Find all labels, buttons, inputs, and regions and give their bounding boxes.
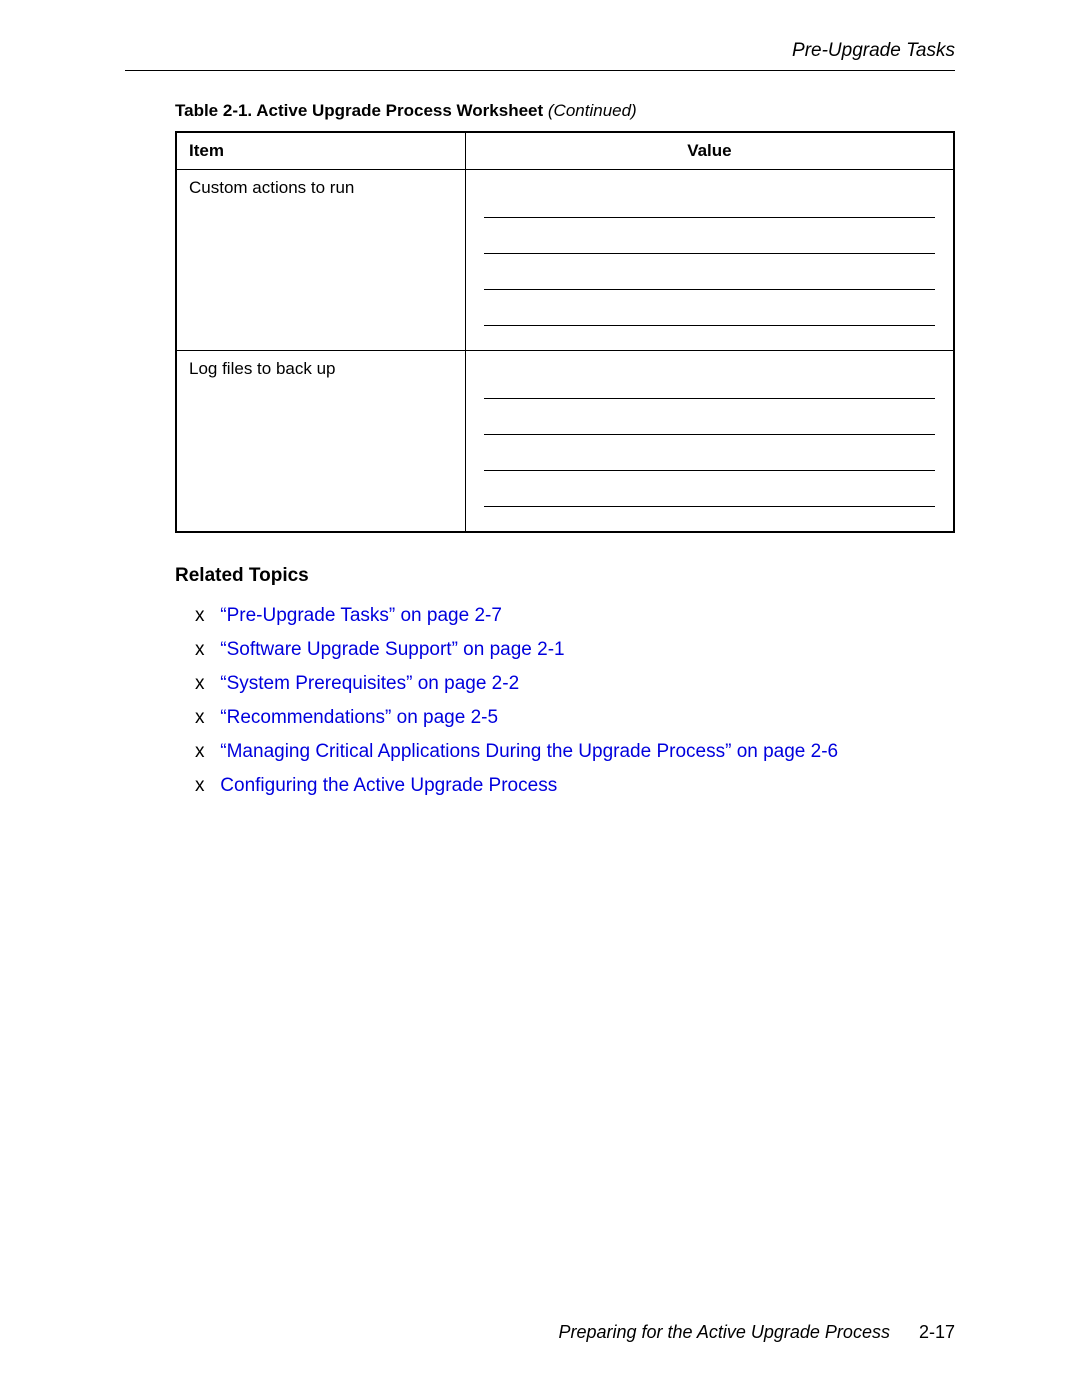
list-item: x “Managing Critical Applications During… bbox=[195, 741, 955, 763]
list-item: x “Recommendations” on page 2-5 bbox=[195, 707, 955, 729]
topic-link[interactable]: “Pre-Upgrade Tasks” on page 2-7 bbox=[220, 605, 502, 626]
blank-line bbox=[484, 262, 935, 290]
table-caption: Table 2-1. Active Upgrade Process Worksh… bbox=[175, 101, 955, 121]
blank-line bbox=[484, 407, 935, 435]
topic-link[interactable]: “System Prerequisites” on page 2-2 bbox=[220, 673, 519, 694]
bullet-icon: x bbox=[195, 775, 215, 797]
related-topics-list: x “Pre-Upgrade Tasks” on page 2-7 x “Sof… bbox=[195, 605, 955, 797]
topic-link[interactable]: “Software Upgrade Support” on page 2-1 bbox=[220, 639, 564, 660]
topic-link[interactable]: “Recommendations” on page 2-5 bbox=[220, 707, 498, 728]
blank-line bbox=[484, 298, 935, 326]
bullet-icon: x bbox=[195, 639, 215, 661]
table-header-item: Item bbox=[176, 132, 465, 170]
page-footer: Preparing for the Active Upgrade Process… bbox=[558, 1322, 955, 1343]
blank-line bbox=[484, 479, 935, 507]
blank-line bbox=[484, 226, 935, 254]
table-cell-value bbox=[465, 170, 954, 351]
list-item: x “Software Upgrade Support” on page 2-1 bbox=[195, 639, 955, 661]
blank-line bbox=[484, 371, 935, 399]
bullet-icon: x bbox=[195, 673, 215, 695]
list-item: x “System Prerequisites” on page 2-2 bbox=[195, 673, 955, 695]
bullet-icon: x bbox=[195, 605, 215, 627]
header-section-title: Pre-Upgrade Tasks bbox=[125, 40, 955, 71]
bullet-icon: x bbox=[195, 707, 215, 729]
table-cell-value bbox=[465, 351, 954, 533]
table-caption-suffix: (Continued) bbox=[548, 101, 637, 120]
worksheet-table: Item Value Custom actions to run Log fil… bbox=[175, 131, 955, 533]
blank-line bbox=[484, 190, 935, 218]
table-caption-prefix: Table 2-1. Active Upgrade Process Worksh… bbox=[175, 101, 548, 120]
related-topics-heading: Related Topics bbox=[175, 565, 955, 587]
topic-link[interactable]: Configuring the Active Upgrade Process bbox=[220, 775, 557, 796]
footer-chapter: Preparing for the Active Upgrade Process bbox=[558, 1322, 890, 1342]
topic-link[interactable]: “Managing Critical Applications During t… bbox=[220, 741, 838, 762]
table-row: Custom actions to run bbox=[176, 170, 954, 351]
table-header-row: Item Value bbox=[176, 132, 954, 170]
bullet-icon: x bbox=[195, 741, 215, 763]
footer-page-number: 2-17 bbox=[919, 1322, 955, 1342]
list-item: x Configuring the Active Upgrade Process bbox=[195, 775, 955, 797]
table-cell-item: Custom actions to run bbox=[176, 170, 465, 351]
table-row: Log files to back up bbox=[176, 351, 954, 533]
table-header-value: Value bbox=[465, 132, 954, 170]
list-item: x “Pre-Upgrade Tasks” on page 2-7 bbox=[195, 605, 955, 627]
table-cell-item: Log files to back up bbox=[176, 351, 465, 533]
blank-line bbox=[484, 443, 935, 471]
